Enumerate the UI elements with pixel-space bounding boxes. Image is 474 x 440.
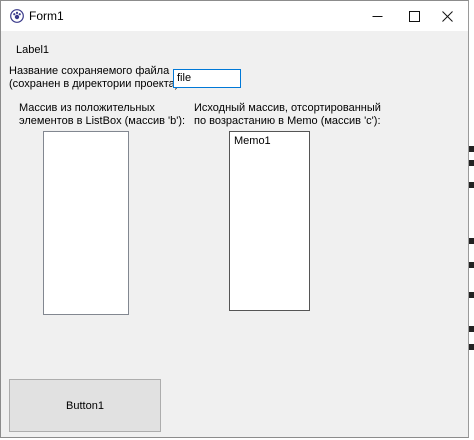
background-fragment: [469, 238, 474, 244]
memo-c[interactable]: Memo1: [229, 131, 310, 311]
background-strip: [469, 0, 474, 440]
maximize-icon: [408, 10, 420, 22]
listbox-label-line1: Массив из положительных: [19, 102, 155, 114]
listbox-label-line2: элементов в ListBox (массив 'b'):: [19, 115, 186, 127]
memo-text: Memo1: [234, 135, 271, 147]
close-button[interactable]: [424, 1, 470, 31]
button1-label: Button1: [66, 399, 104, 412]
background-fragment: [469, 262, 474, 268]
background-fragment: [469, 292, 474, 298]
title-bar[interactable]: Form1: [1, 1, 468, 31]
label1: Label1: [16, 44, 50, 56]
background-fragment: [469, 326, 474, 332]
filename-input-value: file: [177, 72, 192, 84]
filename-label-line2: (сохранен в директории проекта):: [9, 78, 182, 90]
memo-label-line1: Исходный массив, отсортированный: [194, 102, 381, 114]
background-fragment: [469, 146, 474, 152]
button1[interactable]: Button1: [9, 379, 161, 432]
background-fragment: [469, 344, 474, 350]
background-fragment: [469, 160, 474, 166]
memo-label-line2: по возрастанию в Memo (массив 'c'):: [194, 115, 381, 127]
minimize-icon: [372, 15, 382, 17]
close-icon: [441, 10, 453, 22]
app-icon: [10, 9, 24, 23]
form1-window: Form1 Label1 Название сохраняемого файла…: [0, 0, 469, 438]
filename-label-line1: Название сохраняемого файла: [9, 65, 170, 77]
filename-input[interactable]: file: [173, 69, 241, 88]
listbox-b[interactable]: [43, 131, 129, 315]
window-title: Form1: [29, 9, 64, 23]
background-fragment: [469, 182, 474, 188]
